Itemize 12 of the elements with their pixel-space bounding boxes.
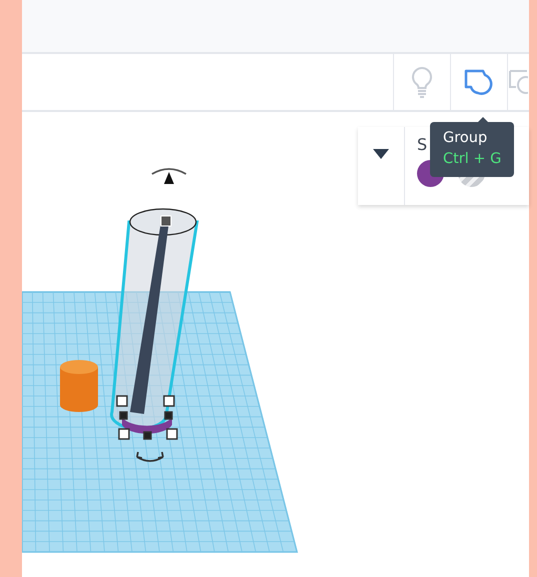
panel-title: S [417,135,428,154]
caret-icon [373,149,389,159]
lightbulb-icon [411,66,433,98]
small-cylinder [60,360,98,412]
collapse-button[interactable] [358,127,405,205]
shortcut-text: Ctrl + G [443,150,502,169]
selection-handles [116,395,178,440]
rotate-arrow-icon [136,451,164,462]
rotate-arrow-icon [152,168,186,184]
ungroup-icon [508,69,528,95]
tooltip-title: Group [443,129,488,148]
group-icon [464,69,494,95]
